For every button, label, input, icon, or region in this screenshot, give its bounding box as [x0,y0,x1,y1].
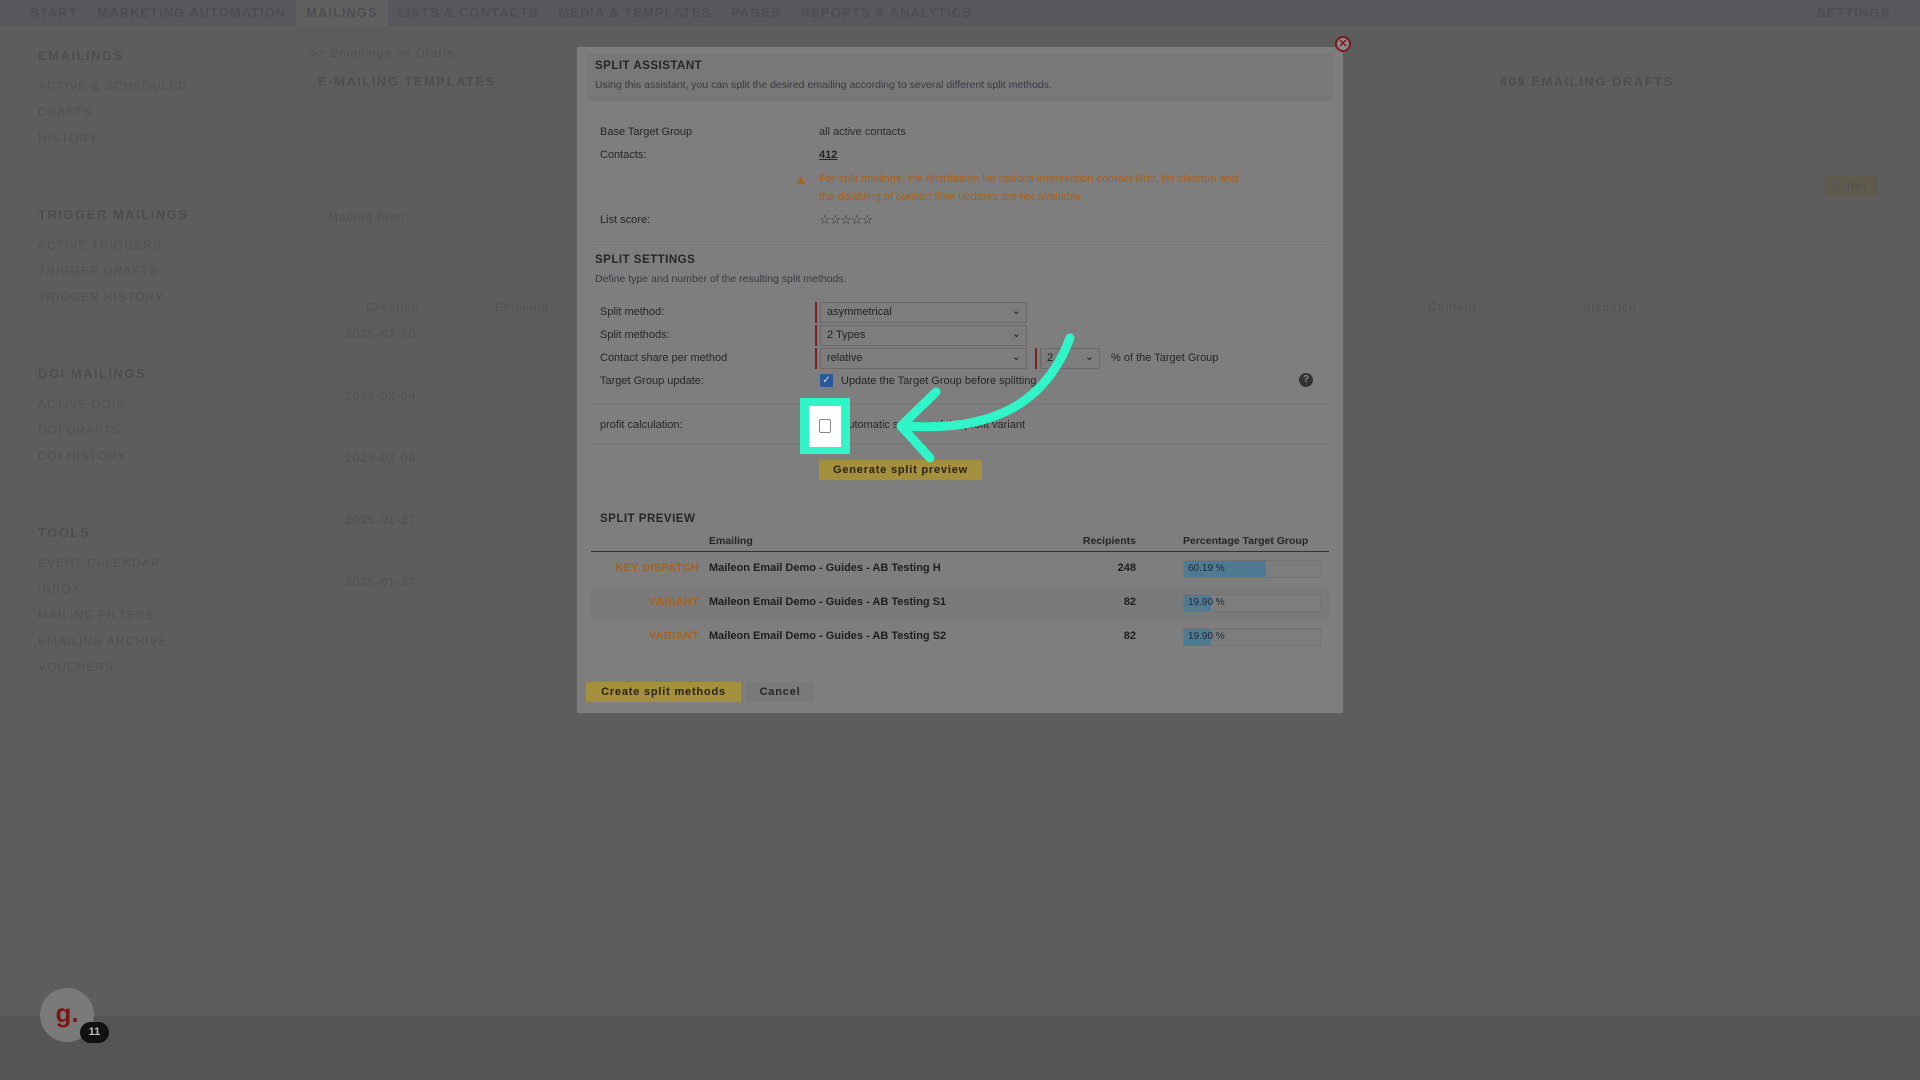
arrow-icon [896,333,1075,463]
notification-badge: 11 [80,1022,109,1043]
widget-logo: g. [55,998,79,1028]
